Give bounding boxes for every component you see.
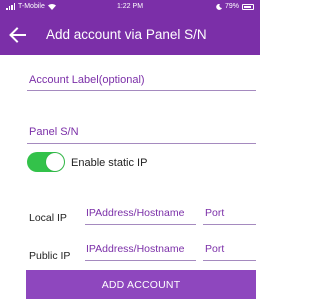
app-bar: Add account via Panel S/N (0, 15, 260, 55)
page-title: Add account via Panel S/N (46, 27, 207, 42)
public-ip-port-input[interactable]: Port (205, 243, 224, 255)
local-ip-address-input[interactable]: IPAddress/Hostname (86, 207, 184, 219)
add-account-button[interactable]: ADD ACCOUNT (26, 270, 256, 299)
moon-icon (216, 3, 222, 10)
account-label-underline (27, 90, 256, 91)
static-ip-label: Enable static IP (71, 157, 148, 169)
panel-sn-underline (27, 143, 256, 144)
account-label-input[interactable]: Account Label(optional) (29, 74, 145, 86)
status-right: 79% (216, 3, 254, 10)
local-ip-port-underline (203, 224, 256, 225)
battery-percent: 79% (224, 3, 239, 10)
panel-sn-input[interactable]: Panel S/N (29, 126, 79, 138)
public-ip-address-underline (85, 260, 196, 261)
local-ip-port-input[interactable]: Port (205, 207, 224, 219)
public-ip-port-underline (203, 260, 256, 261)
public-ip-address-input[interactable]: IPAddress/Hostname (86, 243, 184, 255)
public-ip-label: Public IP (29, 250, 71, 262)
static-ip-toggle[interactable] (27, 152, 65, 172)
status-bar: T-Mobile 1:22 PM 79% (0, 0, 260, 15)
toggle-knob (46, 153, 64, 171)
local-ip-label: Local IP (29, 212, 67, 224)
back-arrow-icon[interactable] (6, 23, 30, 47)
battery-icon (242, 3, 254, 10)
local-ip-address-underline (85, 224, 196, 225)
